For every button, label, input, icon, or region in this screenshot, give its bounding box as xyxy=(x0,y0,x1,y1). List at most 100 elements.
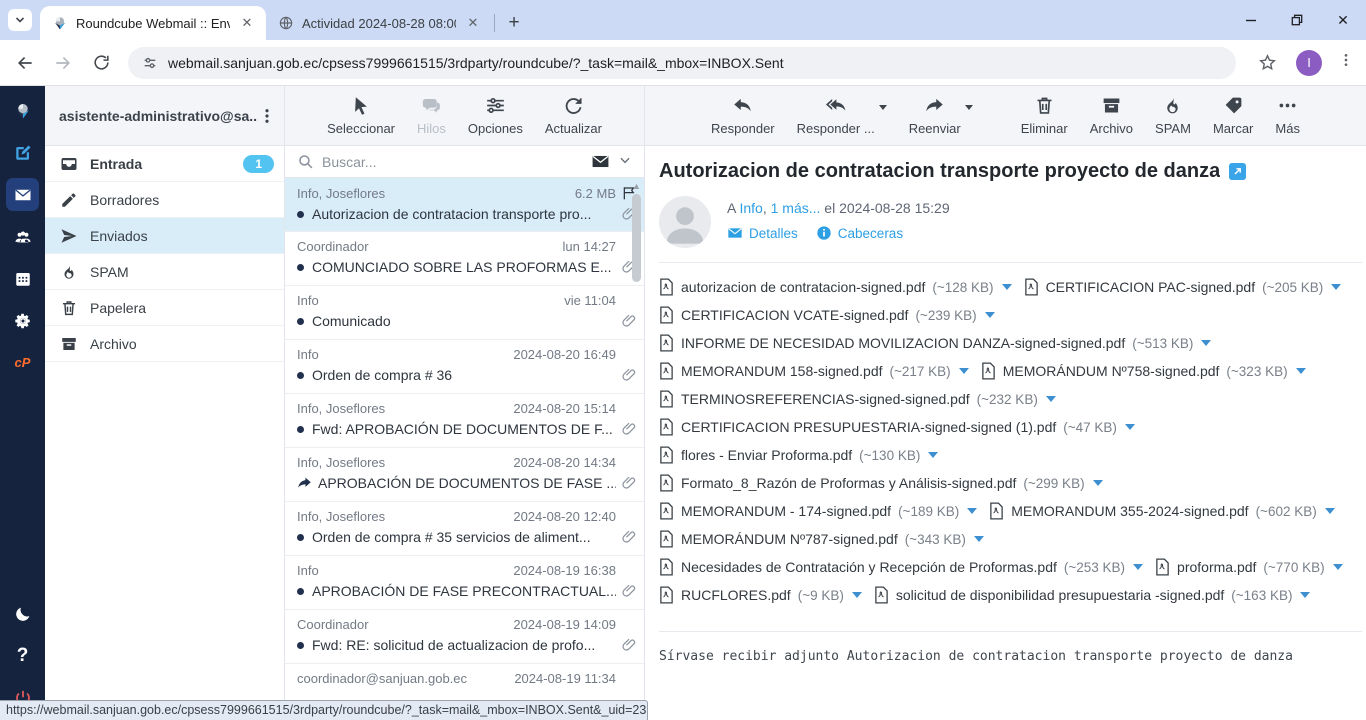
attachment-item[interactable]: MEMORANDUM 158-signed.pdf(~217 KB) xyxy=(659,357,969,385)
dropdown-caret-icon[interactable] xyxy=(879,105,887,110)
message-list-row[interactable]: Coordinadorlun 14:27COMUNCIADO SOBRE LAS… xyxy=(285,232,644,286)
attachment-item[interactable]: proforma.pdf(~770 KB) xyxy=(1155,553,1343,581)
attachment-menu-caret-icon[interactable] xyxy=(1093,480,1103,486)
attachment-item[interactable]: INFORME DE NECESIDAD MOVILIZACION DANZA-… xyxy=(659,329,1211,357)
message-list-row[interactable]: Info, Joseflores6.2 MBAutorizacion de co… xyxy=(285,178,644,232)
attachment-menu-caret-icon[interactable] xyxy=(985,312,995,318)
url-bar[interactable]: webmail.sanjuan.gob.ec/cpsess7999661515/… xyxy=(128,47,1236,79)
folder-item-entrada[interactable]: Entrada1 xyxy=(45,146,284,182)
attachment-item[interactable]: Necesidades de Contratación y Recepción … xyxy=(659,553,1143,581)
list-toolbar-seleccionar-button[interactable]: Seleccionar xyxy=(327,95,395,136)
list-toolbar-opciones-button[interactable]: Opciones xyxy=(468,95,523,136)
attachment-menu-caret-icon[interactable] xyxy=(1325,508,1335,514)
message-list-row[interactable]: Info2024-08-19 16:38APROBACIÓN DE FASE P… xyxy=(285,556,644,610)
message-toolbar-responder-button[interactable]: Responder xyxy=(711,95,775,136)
tab-list-chevron-button[interactable] xyxy=(8,9,32,31)
message-toolbar-eliminar-button[interactable]: Eliminar xyxy=(1021,95,1068,136)
attachment-menu-caret-icon[interactable] xyxy=(959,368,969,374)
rail-cpanel-button[interactable]: cP xyxy=(6,346,39,379)
attachment-item[interactable]: MEMORÁNDUM Nº758-signed.pdf(~323 KB) xyxy=(981,357,1306,385)
rail-roundcube-logo-button[interactable] xyxy=(6,94,39,127)
message-list-row[interactable]: Info2024-08-20 16:49Orden de compra # 36 xyxy=(285,340,644,394)
attachment-item[interactable]: flores - Enviar Proforma.pdf(~130 KB) xyxy=(659,441,938,469)
new-tab-button[interactable]: + xyxy=(501,10,527,36)
bookmark-star-icon[interactable] xyxy=(1250,46,1284,80)
recipient-link[interactable]: Info xyxy=(739,200,762,216)
back-icon[interactable] xyxy=(8,46,42,80)
attachment-item[interactable]: MEMORANDUM - 174-signed.pdf(~189 KB) xyxy=(659,497,977,525)
rail-mail-button[interactable] xyxy=(6,178,39,211)
site-settings-icon[interactable] xyxy=(142,55,158,71)
search-bar[interactable]: Buscar... xyxy=(285,146,644,178)
message-toolbar-spam-button[interactable]: SPAM xyxy=(1155,95,1191,136)
tab-actividad[interactable]: Actividad 2024-08-28 08:00:00 ✕ xyxy=(266,6,492,40)
attachment-menu-caret-icon[interactable] xyxy=(928,452,938,458)
maximize-button[interactable] xyxy=(1274,0,1320,40)
tab-close-icon[interactable]: ✕ xyxy=(238,14,256,32)
attachment-item[interactable]: TERMINOSREFERENCIAS-signed-signed.pdf(~2… xyxy=(659,385,1056,413)
rail-calendar-button[interactable] xyxy=(6,262,39,295)
folder-item-borradores[interactable]: Borradores xyxy=(45,182,284,218)
headers-toggle[interactable]: Cabeceras xyxy=(816,225,903,241)
message-list-row[interactable]: Info, Joseflores2024-08-20 14:34APROBACI… xyxy=(285,448,644,502)
message-toolbar-más-button[interactable]: Más xyxy=(1275,95,1300,136)
reload-icon[interactable] xyxy=(84,46,118,80)
attachment-menu-caret-icon[interactable] xyxy=(1333,564,1343,570)
attachment-item[interactable]: CERTIFICACION PRESUPUESTARIA-signed-sign… xyxy=(659,413,1135,441)
attachment-item[interactable]: CERTIFICACION PAC-signed.pdf(~205 KB) xyxy=(1024,273,1342,301)
message-toolbar-marcar-button[interactable]: Marcar xyxy=(1213,95,1253,136)
search-scope-mail-icon[interactable] xyxy=(591,152,610,171)
attachment-item[interactable]: MEMORANDUM 355-2024-signed.pdf(~602 KB) xyxy=(989,497,1335,525)
dropdown-caret-icon[interactable] xyxy=(965,105,973,110)
open-in-new-window-icon[interactable] xyxy=(1229,163,1246,180)
attachment-menu-caret-icon[interactable] xyxy=(1125,424,1135,430)
search-options-chevron-icon[interactable] xyxy=(618,153,632,170)
attachment-menu-caret-icon[interactable] xyxy=(1300,592,1310,598)
message-list-row[interactable]: Info, Joseflores2024-08-20 15:14Fwd: APR… xyxy=(285,394,644,448)
attachment-item[interactable]: Formato_8_Razón de Proformas y Análisis-… xyxy=(659,469,1103,497)
message-list-row[interactable]: Infovie 11:04Comunicado xyxy=(285,286,644,340)
list-toolbar-actualizar-button[interactable]: Actualizar xyxy=(545,95,602,136)
attachment-menu-caret-icon[interactable] xyxy=(1201,340,1211,346)
tab-roundcube[interactable]: Roundcube Webmail :: Enviados ✕ xyxy=(40,6,266,40)
folder-options-kebab-icon[interactable] xyxy=(258,107,276,125)
rail-compose-button[interactable] xyxy=(6,136,39,169)
browser-profile-avatar[interactable]: I xyxy=(1296,50,1322,76)
rail-help-button[interactable]: ? xyxy=(6,639,39,672)
attachment-item[interactable]: autorizacion de contratacion-signed.pdf(… xyxy=(659,273,1012,301)
attachment-menu-caret-icon[interactable] xyxy=(1002,284,1012,290)
attachment-menu-caret-icon[interactable] xyxy=(852,592,862,598)
message-list-row[interactable]: Info, Joseflores2024-08-20 12:40Orden de… xyxy=(285,502,644,556)
rail-dark-mode-button[interactable] xyxy=(6,597,39,630)
forward-icon[interactable] xyxy=(46,46,80,80)
folder-item-papelera[interactable]: Papelera xyxy=(45,290,284,326)
message-list-row[interactable]: Coordinador2024-08-19 14:09Fwd: RE: soli… xyxy=(285,610,644,664)
message-toolbar-reenviar-button[interactable]: Reenviar xyxy=(909,95,961,136)
attachment-item[interactable]: RUCFLORES.pdf(~9 KB) xyxy=(659,581,862,609)
details-toggle[interactable]: Detalles xyxy=(727,225,798,241)
attachment-menu-caret-icon[interactable] xyxy=(1046,396,1056,402)
list-scrollbar[interactable]: ▲▼ xyxy=(630,180,643,718)
attachment-item[interactable]: solicitud de disponibilidad presupuestar… xyxy=(874,581,1311,609)
attachment-menu-caret-icon[interactable] xyxy=(1331,284,1341,290)
scroll-up-icon[interactable]: ▲ xyxy=(632,180,641,192)
minimize-button[interactable] xyxy=(1228,0,1274,40)
folder-item-enviados[interactable]: Enviados xyxy=(45,218,284,254)
attachment-menu-caret-icon[interactable] xyxy=(974,536,984,542)
more-recipients-link[interactable]: 1 más... xyxy=(771,200,821,216)
attachment-item[interactable]: MEMORÁNDUM Nº787-signed.pdf(~343 KB) xyxy=(659,525,984,553)
rail-contacts-button[interactable] xyxy=(6,220,39,253)
scrollbar-thumb[interactable] xyxy=(632,194,641,282)
attachment-menu-caret-icon[interactable] xyxy=(1133,564,1143,570)
message-toolbar-responder-button[interactable]: Responder ... xyxy=(797,95,875,136)
attachment-menu-caret-icon[interactable] xyxy=(1296,368,1306,374)
attachment-menu-caret-icon[interactable] xyxy=(967,508,977,514)
folder-item-spam[interactable]: SPAM xyxy=(45,254,284,290)
search-input[interactable]: Buscar... xyxy=(322,154,583,170)
attachment-item[interactable]: CERTIFICACION VCATE-signed.pdf(~239 KB) xyxy=(659,301,995,329)
tab-close-icon[interactable]: ✕ xyxy=(464,14,482,32)
folder-item-archivo[interactable]: Archivo xyxy=(45,326,284,362)
browser-menu-icon[interactable] xyxy=(1334,52,1358,73)
close-window-button[interactable]: ✕ xyxy=(1320,0,1366,40)
rail-settings-button[interactable] xyxy=(6,304,39,337)
